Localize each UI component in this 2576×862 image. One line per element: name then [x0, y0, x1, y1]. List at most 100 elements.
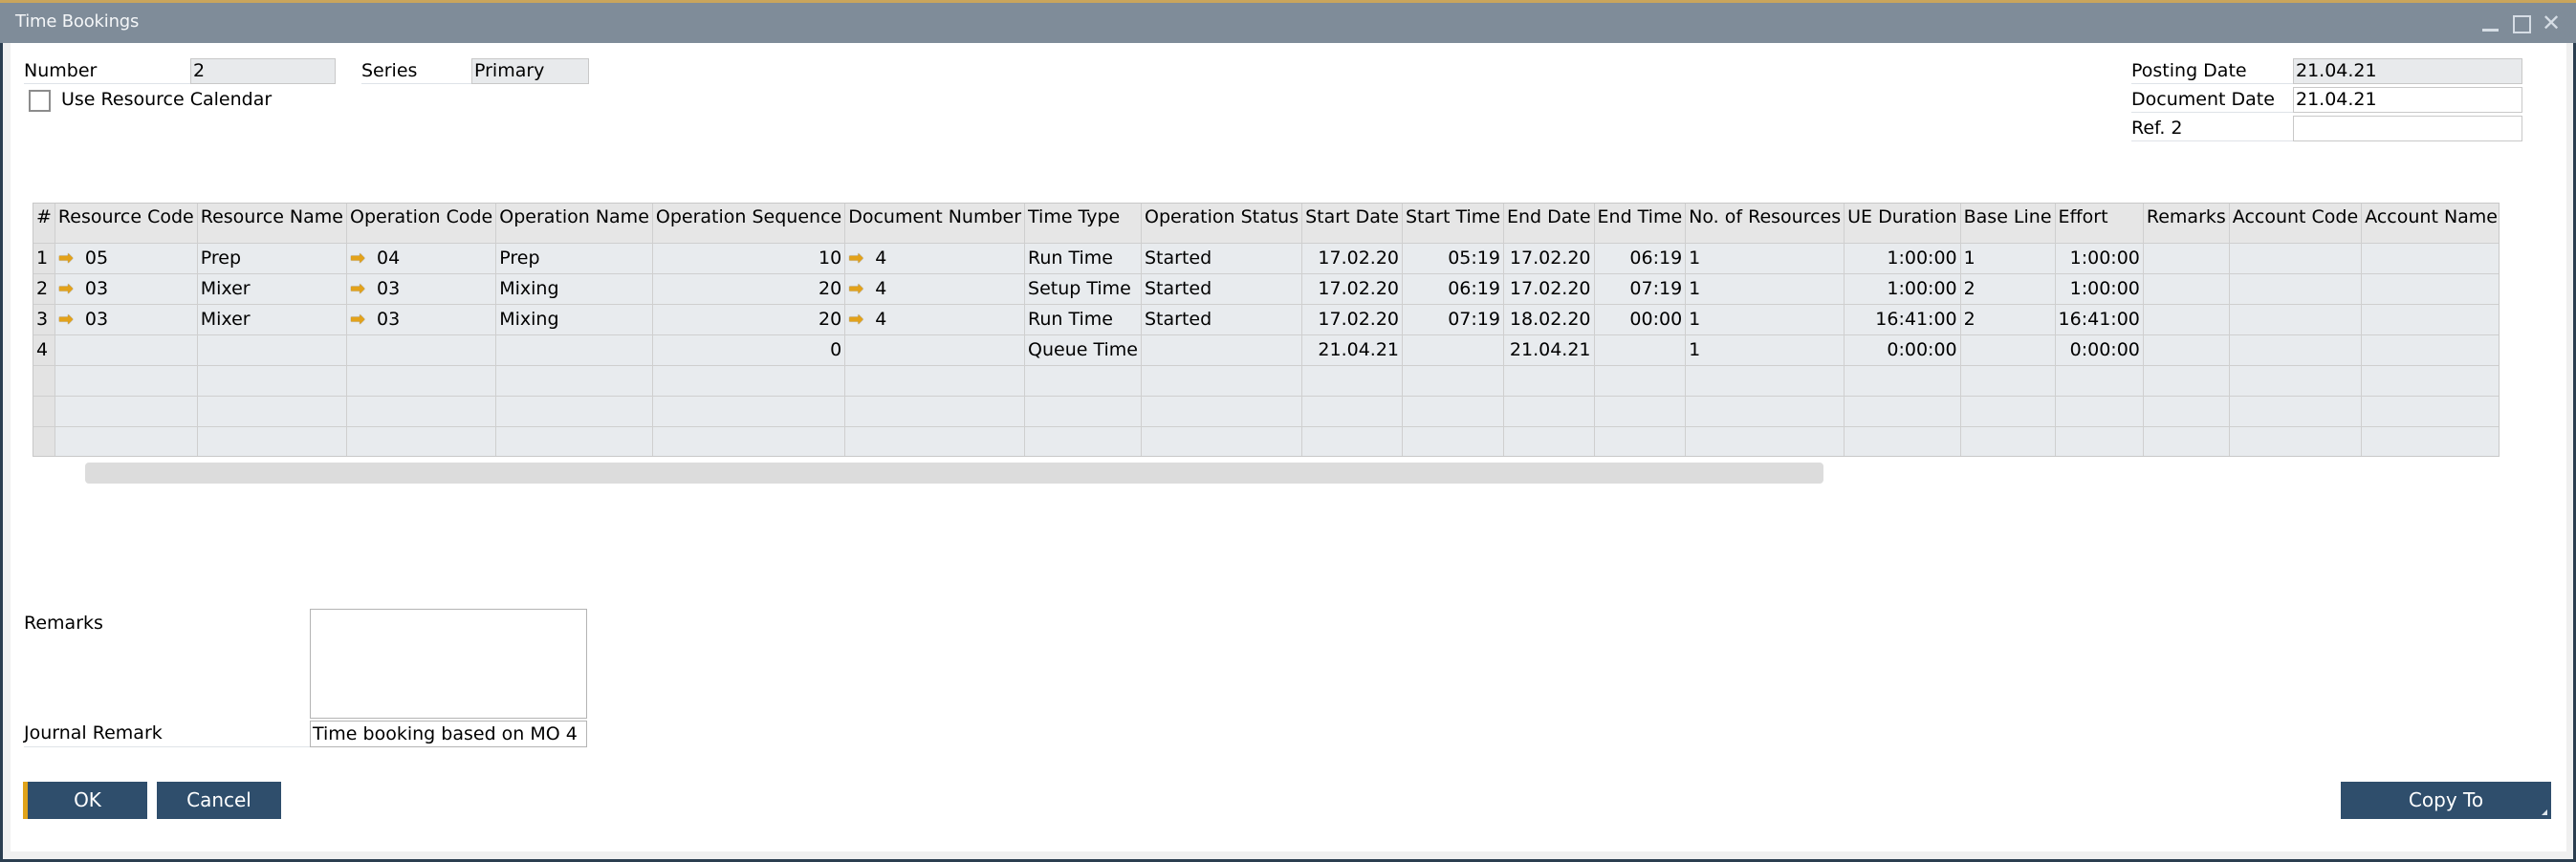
journal-remark-field[interactable]: Time booking based on MO 4 — [310, 721, 587, 747]
empty-cell[interactable] — [1844, 365, 1961, 397]
empty-cell[interactable] — [1301, 365, 1403, 397]
empty-cell[interactable] — [55, 426, 198, 456]
cell-end-time[interactable]: 07:19 — [1594, 273, 1687, 305]
column-header[interactable]: Resource Name — [197, 204, 347, 244]
column-header[interactable]: Time Type — [1024, 204, 1142, 244]
empty-cell[interactable] — [1685, 426, 1845, 456]
cell-account-code[interactable] — [2229, 243, 2363, 274]
link-arrow-icon[interactable]: ➡ — [350, 278, 371, 299]
empty-cell[interactable] — [2361, 426, 2499, 456]
cell-no-of-resources[interactable]: 1 — [1685, 273, 1845, 305]
copy-to-button[interactable]: Copy To — [2341, 782, 2551, 819]
cell-account-name[interactable] — [2361, 334, 2499, 366]
minimize-icon[interactable] — [2480, 12, 2501, 33]
empty-cell[interactable] — [1141, 396, 1303, 427]
cell-account-name[interactable] — [2361, 273, 2499, 305]
cell-operation-status[interactable]: Started — [1141, 304, 1303, 335]
cell-start-date[interactable]: 17.02.20 — [1301, 243, 1403, 274]
link-arrow-icon[interactable]: ➡ — [58, 309, 79, 330]
table-row[interactable]: 4 0 Queue Time 21.04.21 21.04.21 1 0:00:00 0:00… — [33, 334, 2499, 366]
empty-cell[interactable] — [1141, 426, 1303, 456]
empty-cell[interactable] — [1024, 365, 1142, 397]
empty-cell[interactable] — [1503, 426, 1595, 456]
cell-resource-code[interactable]: ➡ 03 — [55, 273, 198, 305]
empty-cell[interactable] — [652, 365, 846, 397]
cancel-button[interactable]: Cancel — [157, 782, 281, 819]
link-arrow-icon[interactable]: ➡ — [848, 248, 869, 269]
cell-operation-code[interactable]: ➡ 03 — [346, 273, 497, 305]
table-row[interactable]: 2 ➡ 03 Mixer ➡ 03 Mixing 20 ➡ 4 Setup Time Started 1… — [33, 273, 2499, 305]
empty-cell[interactable] — [2361, 365, 2499, 397]
column-header[interactable]: Effort — [2055, 204, 2144, 244]
cell-time-type[interactable]: Setup Time — [1024, 273, 1142, 305]
column-header[interactable]: Remarks — [2143, 204, 2230, 244]
empty-cell[interactable] — [652, 426, 846, 456]
cell-ue-duration[interactable]: 16:41:00 — [1844, 304, 1961, 335]
document-date-field[interactable]: 21.04.21 — [2293, 87, 2522, 113]
empty-cell[interactable] — [346, 426, 497, 456]
empty-cell[interactable] — [1402, 426, 1504, 456]
ok-button[interactable]: OK — [23, 782, 147, 819]
cell-operation-status[interactable]: Started — [1141, 273, 1303, 305]
cell-end-time[interactable]: 00:00 — [1594, 304, 1687, 335]
empty-cell[interactable] — [1960, 365, 2056, 397]
cell-ue-duration[interactable]: 0:00:00 — [1844, 334, 1961, 366]
cell-document-number[interactable]: ➡ 4 — [844, 273, 1026, 305]
cell-base-line[interactable]: 2 — [1960, 273, 2056, 305]
cell-remarks[interactable] — [2143, 334, 2230, 366]
cell-end-date[interactable]: 17.02.20 — [1503, 243, 1595, 274]
empty-cell[interactable] — [844, 396, 1026, 427]
cell-start-date[interactable]: 17.02.20 — [1301, 273, 1403, 305]
cell-ue-duration[interactable]: 1:00:00 — [1844, 243, 1961, 274]
empty-cell[interactable] — [346, 365, 497, 397]
empty-cell[interactable] — [197, 365, 347, 397]
cell-start-date[interactable]: 21.04.21 — [1301, 334, 1403, 366]
cell-remarks[interactable] — [2143, 273, 2230, 305]
cell-account-name[interactable] — [2361, 243, 2499, 274]
empty-cell[interactable] — [2229, 365, 2363, 397]
cell-operation-status[interactable]: Started — [1141, 243, 1303, 274]
cell-account-code[interactable] — [2229, 304, 2363, 335]
empty-cell[interactable] — [33, 365, 55, 397]
column-header[interactable]: Start Date — [1301, 204, 1403, 244]
column-header[interactable]: End Time — [1594, 204, 1687, 244]
cell-operation-name[interactable]: Mixing — [495, 304, 653, 335]
empty-cell[interactable] — [346, 396, 497, 427]
empty-cell[interactable] — [1503, 396, 1595, 427]
cell-effort[interactable]: 0:00:00 — [2055, 334, 2144, 366]
remarks-textarea[interactable] — [310, 609, 587, 719]
close-icon[interactable]: ✕ — [2541, 11, 2562, 34]
empty-cell[interactable] — [1024, 426, 1142, 456]
empty-cell[interactable] — [55, 396, 198, 427]
link-arrow-icon[interactable]: ➡ — [848, 278, 869, 299]
column-header[interactable]: Account Name — [2361, 204, 2499, 244]
column-header[interactable]: Operation Status — [1141, 204, 1303, 244]
cell-operation-code[interactable]: ➡ 03 — [346, 304, 497, 335]
empty-cell[interactable] — [1960, 396, 2056, 427]
cell-num[interactable]: 2 — [33, 273, 55, 305]
cell-end-time[interactable]: 06:19 — [1594, 243, 1687, 274]
empty-cell[interactable] — [1503, 365, 1595, 397]
link-arrow-icon[interactable]: ➡ — [58, 248, 79, 269]
cell-effort[interactable]: 1:00:00 — [2055, 273, 2144, 305]
link-arrow-icon[interactable]: ➡ — [350, 309, 371, 330]
empty-cell[interactable] — [1685, 396, 1845, 427]
cell-end-date[interactable]: 17.02.20 — [1503, 273, 1595, 305]
empty-cell[interactable] — [2229, 426, 2363, 456]
empty-cell[interactable] — [1402, 365, 1504, 397]
column-header[interactable]: Operation Code — [346, 204, 497, 244]
cell-num[interactable]: 1 — [33, 243, 55, 274]
link-arrow-icon[interactable]: ➡ — [58, 278, 79, 299]
empty-cell[interactable] — [2143, 426, 2230, 456]
cell-time-type[interactable]: Run Time — [1024, 243, 1142, 274]
empty-cell[interactable] — [2055, 426, 2144, 456]
empty-cell[interactable] — [495, 365, 653, 397]
empty-cell[interactable] — [652, 396, 846, 427]
cell-no-of-resources[interactable]: 1 — [1685, 334, 1845, 366]
cell-start-time[interactable] — [1402, 334, 1504, 366]
table-row[interactable]: 1 ➡ 05 Prep ➡ 04 Prep 10 ➡ 4 Run Time Started 17.02.… — [33, 243, 2499, 274]
cell-operation-code[interactable] — [346, 334, 497, 366]
empty-cell[interactable] — [495, 396, 653, 427]
empty-cell[interactable] — [1594, 396, 1687, 427]
empty-cell[interactable] — [1594, 426, 1687, 456]
